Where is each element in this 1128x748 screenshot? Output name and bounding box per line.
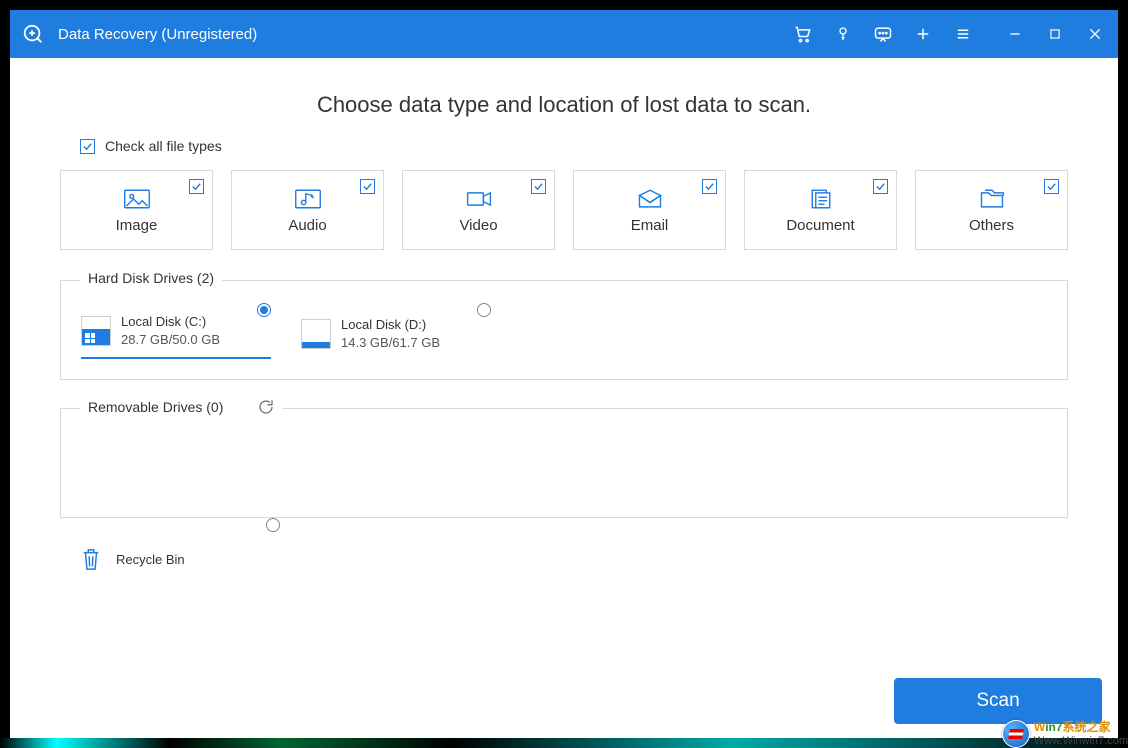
file-type-grid: Image Audio Video Em — [60, 170, 1068, 250]
folder-icon — [978, 187, 1006, 211]
radio-icon — [477, 303, 491, 317]
section-removable-label: Removable Drives (0) — [80, 398, 283, 416]
checkbox-icon — [531, 179, 546, 194]
type-label: Others — [969, 217, 1014, 234]
email-icon — [636, 187, 664, 211]
drive-size: 14.3 GB/61.7 GB — [341, 334, 440, 352]
section-removable: Removable Drives (0) — [60, 408, 1068, 518]
menu-icon[interactable] — [952, 23, 974, 45]
drive-item-d[interactable]: Local Disk (D:) 14.3 GB/61.7 GB — [301, 309, 491, 359]
checkbox-icon — [873, 179, 888, 194]
maximize-button[interactable] — [1044, 23, 1066, 45]
checkbox-icon — [1044, 179, 1059, 194]
type-card-others[interactable]: Others — [915, 170, 1068, 250]
type-label: Email — [631, 217, 669, 234]
drive-icon — [81, 316, 111, 346]
titlebar: Data Recovery (Unregistered) — [10, 10, 1118, 58]
radio-icon — [266, 518, 280, 532]
document-icon — [807, 187, 835, 211]
drive-icon — [301, 319, 331, 349]
minimize-button[interactable] — [1004, 23, 1026, 45]
window-controls — [1004, 23, 1106, 45]
type-card-video[interactable]: Video — [402, 170, 555, 250]
refresh-icon[interactable] — [257, 398, 275, 416]
audio-icon — [294, 187, 322, 211]
type-label: Image — [116, 217, 158, 234]
titlebar-left: Data Recovery (Unregistered) — [22, 23, 257, 45]
app-title: Data Recovery (Unregistered) — [58, 26, 257, 43]
recycle-label: Recycle Bin — [116, 552, 185, 567]
hdd-box: Local Disk (C:) 28.7 GB/50.0 GB Local Di… — [60, 280, 1068, 380]
checkbox-icon — [360, 179, 375, 194]
app-window: Data Recovery (Unregistered) — [10, 10, 1118, 738]
section-hdd-label: Hard Disk Drives (2) — [80, 270, 222, 286]
plus-icon[interactable] — [912, 23, 934, 45]
check-all-checkbox-icon — [80, 139, 95, 154]
checkbox-icon — [189, 179, 204, 194]
section-hdd: Hard Disk Drives (2) Local Disk (C:) 28.… — [60, 280, 1068, 380]
cart-icon[interactable] — [792, 23, 814, 45]
drive-name: Local Disk (C:) — [121, 313, 220, 331]
check-all-label: Check all file types — [105, 138, 222, 154]
type-label: Video — [459, 217, 497, 234]
drive-name: Local Disk (D:) — [341, 316, 440, 334]
content: Choose data type and location of lost da… — [10, 58, 1118, 738]
feedback-icon[interactable] — [872, 23, 894, 45]
titlebar-right — [792, 23, 1106, 45]
page-heading: Choose data type and location of lost da… — [60, 92, 1068, 118]
image-icon — [123, 187, 151, 211]
type-card-email[interactable]: Email — [573, 170, 726, 250]
close-button[interactable] — [1084, 23, 1106, 45]
drive-item-c[interactable]: Local Disk (C:) 28.7 GB/50.0 GB — [81, 309, 271, 359]
type-label: Document — [786, 217, 854, 234]
scan-button[interactable]: Scan — [894, 678, 1102, 724]
check-all-types[interactable]: Check all file types — [80, 138, 1068, 154]
type-card-document[interactable]: Document — [744, 170, 897, 250]
video-icon — [465, 187, 493, 211]
type-card-image[interactable]: Image — [60, 170, 213, 250]
drive-text: Local Disk (D:) 14.3 GB/61.7 GB — [341, 316, 440, 352]
hdd-drive-list: Local Disk (C:) 28.7 GB/50.0 GB Local Di… — [81, 309, 1047, 359]
checkbox-icon — [702, 179, 717, 194]
trash-icon — [80, 546, 102, 572]
key-icon[interactable] — [832, 23, 854, 45]
type-card-audio[interactable]: Audio — [231, 170, 384, 250]
radio-icon — [257, 303, 271, 317]
removable-box — [60, 408, 1068, 518]
drive-size: 28.7 GB/50.0 GB — [121, 331, 220, 349]
type-label: Audio — [288, 217, 326, 234]
drive-text: Local Disk (C:) 28.7 GB/50.0 GB — [121, 313, 220, 349]
recycle-bin-item[interactable]: Recycle Bin — [80, 546, 270, 572]
app-logo-icon — [22, 23, 44, 45]
